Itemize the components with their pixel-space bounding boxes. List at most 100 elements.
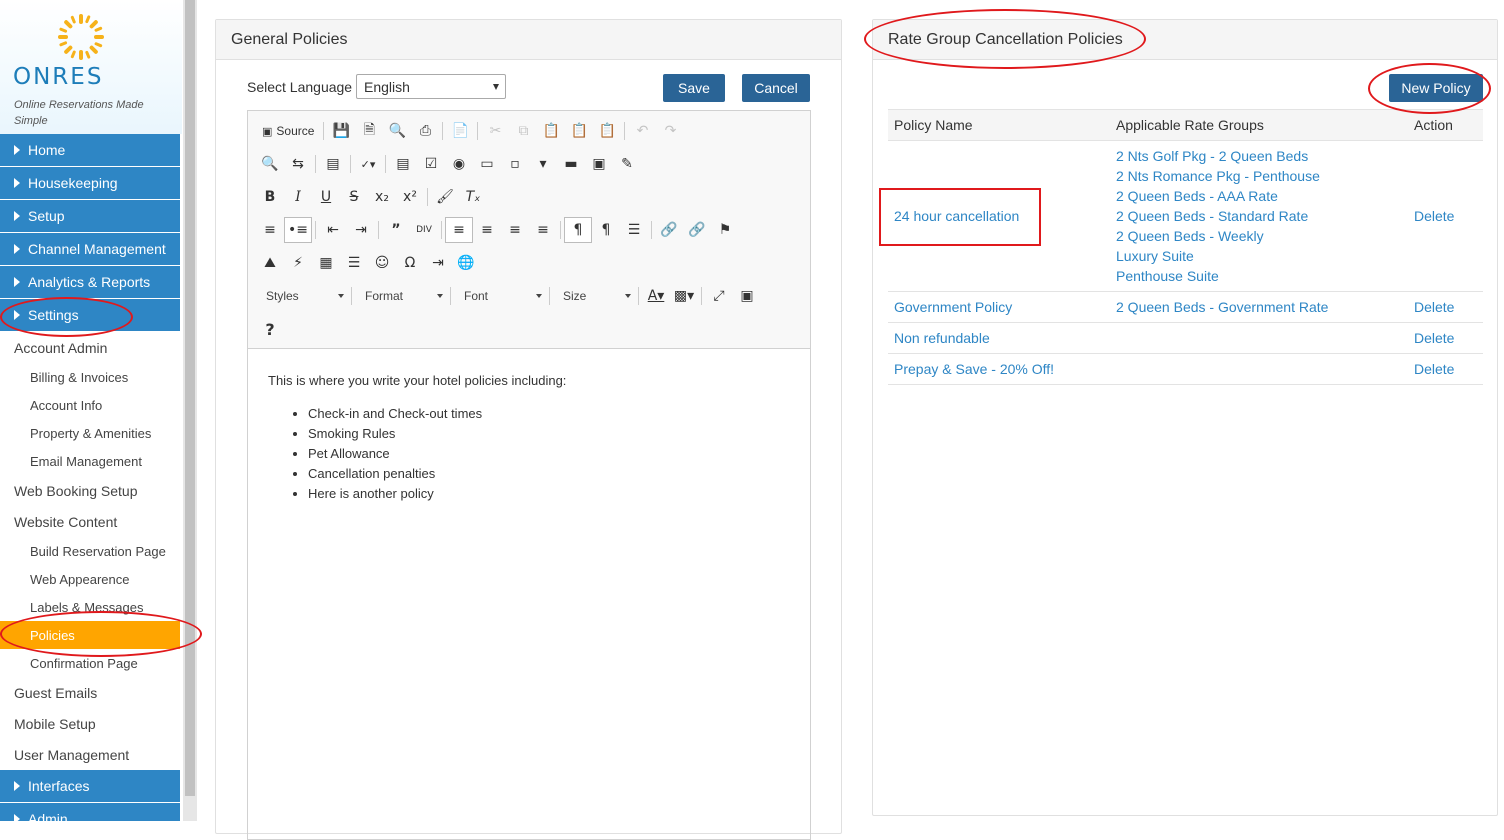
image-button-icon[interactable]: ▣ [585, 151, 613, 177]
policy-name-link[interactable]: Government Policy [888, 299, 1116, 315]
button-field-icon[interactable]: ▬ [557, 151, 585, 177]
sidebar-item-settings[interactable]: Settings [0, 299, 182, 331]
link-icon[interactable]: 🔗 [655, 217, 683, 243]
numbered-list-icon[interactable]: ≡ [256, 217, 284, 243]
smiley-icon[interactable]: ☺ [368, 250, 396, 276]
form-icon[interactable]: ▤ [389, 151, 417, 177]
ltr-icon[interactable]: ¶ [564, 217, 592, 243]
image-icon[interactable]: ⛰ [256, 250, 284, 276]
copy-icon[interactable]: ⧉ [509, 118, 537, 144]
sidebar-item-analytics-reports[interactable]: Analytics & Reports [0, 266, 182, 298]
blockquote-icon[interactable]: ” [382, 217, 410, 243]
settings-item-property-amenities[interactable]: Property & Amenities [0, 419, 182, 447]
cancel-button[interactable]: Cancel [742, 74, 810, 102]
bg-color-icon[interactable]: ▩▾ [670, 283, 698, 309]
outdent-icon[interactable]: ⇤ [319, 217, 347, 243]
new-policy-button[interactable]: New Policy [1389, 74, 1483, 102]
settings-item-web-appearence[interactable]: Web Appearence [0, 565, 182, 593]
redo-icon[interactable]: ↷ [656, 118, 684, 144]
align-right-icon[interactable]: ≡ [501, 217, 529, 243]
sidebar-item-setup[interactable]: Setup [0, 200, 182, 232]
textarea-icon[interactable]: ▫ [501, 151, 529, 177]
sidebar-item-interfaces[interactable]: Interfaces [0, 770, 182, 802]
paste-icon[interactable]: 📋 [537, 118, 565, 144]
delete-link[interactable]: Delete [1414, 330, 1483, 346]
justify-icon[interactable]: ≡ [529, 217, 557, 243]
new-page-icon[interactable]: 🗎 [355, 118, 383, 144]
select-all-icon[interactable]: ▤ [319, 151, 347, 177]
copy-format-icon[interactable]: 🖌 [431, 184, 459, 210]
align-center-icon[interactable]: ≡ [473, 217, 501, 243]
settings-item-web-booking-setup[interactable]: Web Booking Setup [0, 475, 182, 506]
sidebar-item-home[interactable]: Home [0, 134, 182, 166]
settings-item-user-management[interactable]: User Management [0, 739, 182, 770]
settings-item-policies[interactable]: Policies [0, 621, 180, 649]
remove-format-icon[interactable]: Tₓ [459, 184, 487, 210]
settings-item-mobile-setup[interactable]: Mobile Setup [0, 708, 182, 739]
indent-icon[interactable]: ⇥ [347, 217, 375, 243]
format-combo[interactable]: Format [355, 284, 447, 308]
replace-icon[interactable]: ⇆ [284, 151, 312, 177]
special-char-icon[interactable]: Ω [396, 250, 424, 276]
select-field-icon[interactable]: ▾ [529, 151, 557, 177]
table-icon[interactable]: ▦ [312, 250, 340, 276]
save-button[interactable]: Save [663, 74, 725, 102]
sidebar-scrollbar[interactable] [183, 0, 197, 821]
settings-item-account-info[interactable]: Account Info [0, 391, 182, 419]
source-button[interactable]: ▣ Source [256, 118, 320, 144]
paste-word-icon[interactable]: 📋 [593, 118, 621, 144]
rate-group-link[interactable]: 2 Nts Romance Pkg - Penthouse [1116, 166, 1414, 186]
undo-icon[interactable]: ↶ [628, 118, 656, 144]
size-combo[interactable]: Size [553, 284, 635, 308]
find-icon[interactable]: 🔍 [256, 151, 284, 177]
italic-icon[interactable]: I [284, 184, 312, 210]
sidebar-item-admin[interactable]: Admin [0, 803, 182, 821]
div-icon[interactable]: DIV [410, 217, 438, 243]
cut-icon[interactable]: ✂ [481, 118, 509, 144]
text-field-icon[interactable]: ▭ [473, 151, 501, 177]
bold-icon[interactable]: B [256, 184, 284, 210]
settings-item-email-management[interactable]: Email Management [0, 447, 182, 475]
sidebar-item-housekeeping[interactable]: Housekeeping [0, 167, 182, 199]
radio-icon[interactable]: ◉ [445, 151, 473, 177]
paste-text-icon[interactable]: 📋 [565, 118, 593, 144]
preview-icon[interactable]: 🔍 [383, 118, 411, 144]
font-combo[interactable]: Font [454, 284, 546, 308]
help-icon[interactable]: ? [256, 316, 284, 342]
styles-combo[interactable]: Styles [256, 284, 348, 308]
bulleted-list-icon[interactable]: •≡ [284, 217, 312, 243]
settings-item-build-reservation-page[interactable]: Build Reservation Page [0, 537, 182, 565]
rate-group-link[interactable]: 2 Queen Beds - Government Rate [1116, 297, 1414, 317]
rate-group-link[interactable]: Luxury Suite [1116, 246, 1414, 266]
rate-group-link[interactable]: 2 Nts Golf Pkg - 2 Queen Beds [1116, 146, 1414, 166]
anchor-icon[interactable]: ⚑ [711, 217, 739, 243]
settings-item-billing-invoices[interactable]: Billing & Invoices [0, 363, 182, 391]
scrollbar-thumb[interactable] [185, 0, 195, 796]
delete-link[interactable]: Delete [1414, 361, 1483, 377]
templates-icon[interactable]: 📄 [446, 118, 474, 144]
underline-icon[interactable]: U [312, 184, 340, 210]
policy-name-link[interactable]: Non refundable [888, 330, 1116, 346]
rate-group-link[interactable]: 2 Queen Beds - AAA Rate [1116, 186, 1414, 206]
editor-content[interactable]: This is where you write your hotel polic… [248, 349, 810, 526]
text-color-icon[interactable]: A▾ [642, 283, 670, 309]
horizontal-line-icon[interactable]: ☰ [340, 250, 368, 276]
page-break-icon[interactable]: ⇥ [424, 250, 452, 276]
settings-item-guest-emails[interactable]: Guest Emails [0, 677, 182, 708]
print-icon[interactable]: ⎙ [411, 118, 439, 144]
settings-item-website-content[interactable]: Website Content [0, 506, 182, 537]
sidebar-item-channel-management[interactable]: Channel Management [0, 233, 182, 265]
checkbox-icon[interactable]: ☑ [417, 151, 445, 177]
rate-group-link[interactable]: 2 Queen Beds - Weekly [1116, 226, 1414, 246]
show-blocks-icon[interactable]: ▣ [733, 283, 761, 309]
language-select[interactable]: English [356, 74, 506, 99]
align-left-icon[interactable]: ≡ [445, 217, 473, 243]
settings-item-account-admin[interactable]: Account Admin [0, 332, 182, 363]
superscript-icon[interactable]: x² [396, 184, 424, 210]
language-icon[interactable]: ☰ [620, 217, 648, 243]
settings-item-confirmation-page[interactable]: Confirmation Page [0, 649, 182, 677]
policy-name-link[interactable]: 24 hour cancellation [888, 208, 1116, 224]
rate-group-link[interactable]: Penthouse Suite [1116, 266, 1414, 286]
hidden-field-icon[interactable]: ✎ [613, 151, 641, 177]
rate-group-link[interactable]: 2 Queen Beds - Standard Rate [1116, 206, 1414, 226]
